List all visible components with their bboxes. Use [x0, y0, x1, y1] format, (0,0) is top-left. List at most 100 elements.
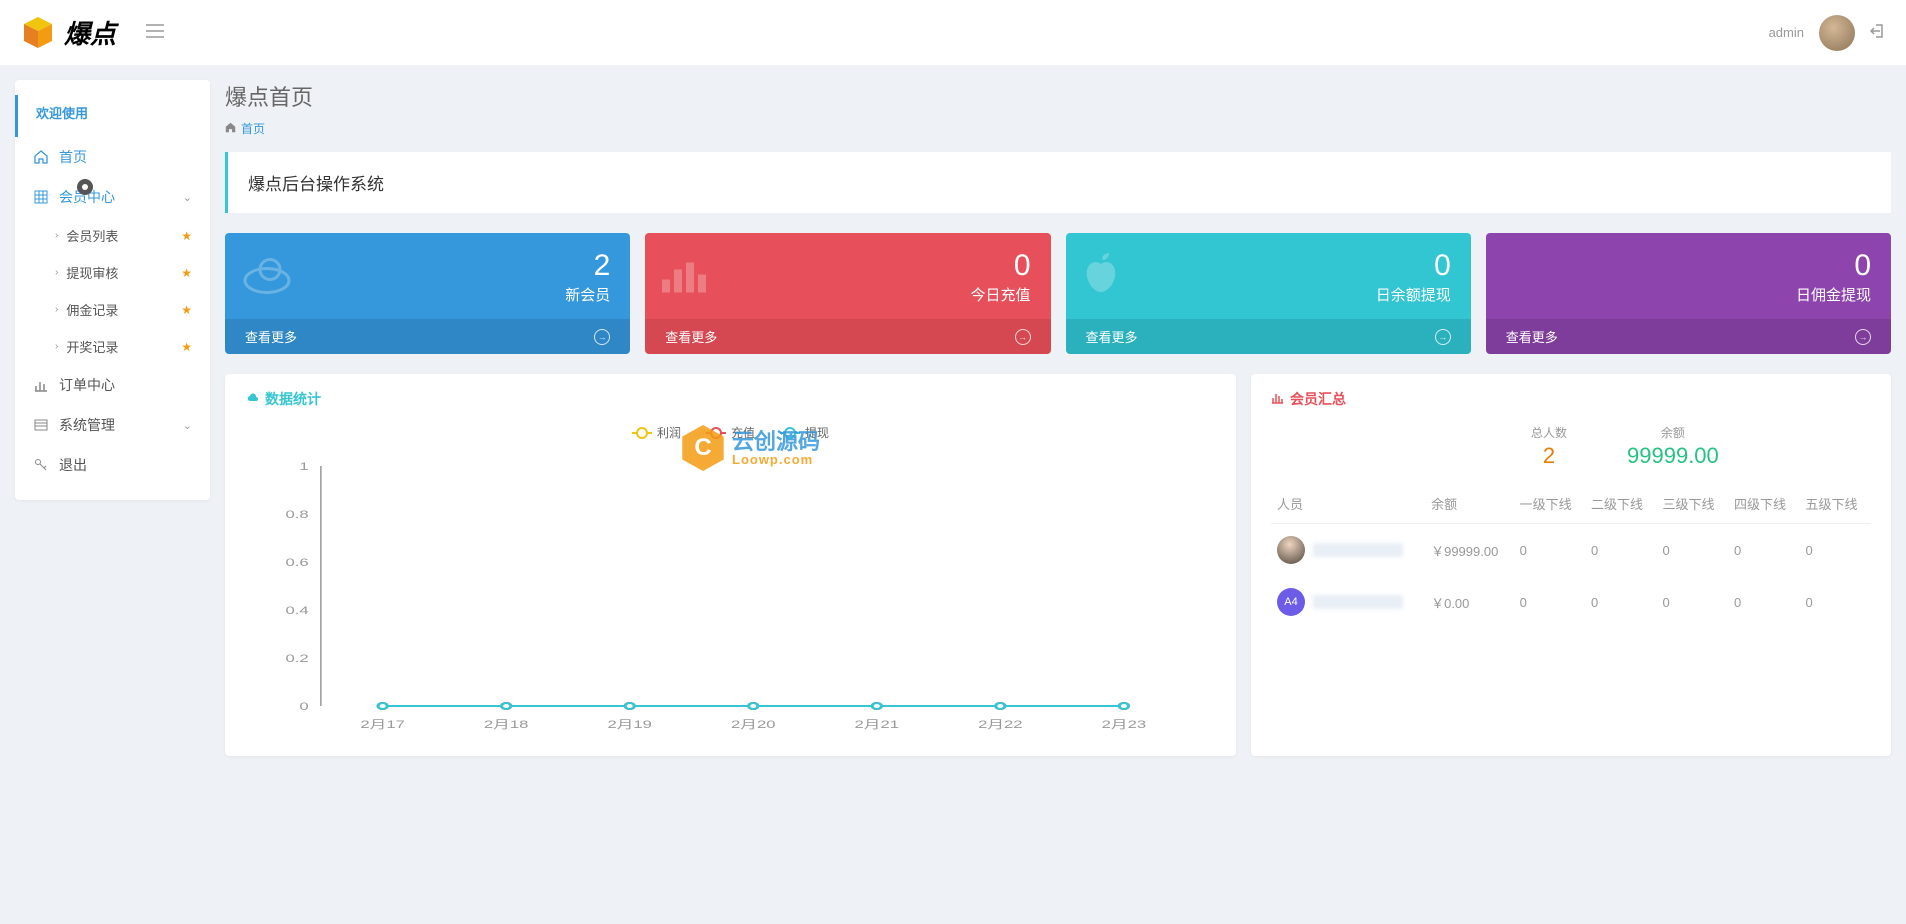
table-row: ￥99999.00 0 0 0 0 0 — [1271, 524, 1871, 577]
chart-legend: 利润 充值 提现 — [245, 424, 1216, 441]
svg-text:2月23: 2月23 — [1102, 718, 1147, 730]
svg-text:0.4: 0.4 — [286, 604, 309, 616]
logout-icon[interactable] — [1870, 23, 1886, 42]
stat-value: 2 — [594, 251, 611, 281]
stat-new-members: 2 新会员 查看更多 → — [225, 233, 630, 354]
chevron-down-icon: ⌄ — [183, 419, 192, 432]
stat-label: 新会员 — [565, 284, 610, 305]
svg-text:0.2: 0.2 — [286, 652, 309, 664]
summary-head: 总人数 2 余额 99999.00 — [1271, 424, 1871, 484]
star-icon: ★ — [181, 303, 192, 317]
svg-text:2月19: 2月19 — [607, 718, 652, 730]
username-label[interactable]: admin — [1769, 25, 1804, 40]
cube-icon — [20, 15, 56, 51]
home-icon — [33, 150, 49, 164]
nav-member-list[interactable]: › 会员列表 ★ — [15, 217, 210, 254]
stat-value: 0 — [1434, 251, 1451, 281]
stat-value: 0 — [1854, 251, 1871, 281]
nav-logout[interactable]: 退出 — [15, 445, 210, 485]
grid-icon — [33, 190, 49, 204]
nav-commission-log[interactable]: › 佣金记录 ★ — [15, 291, 210, 328]
member-avatar: A4 — [1277, 588, 1305, 616]
page-header: 爆点首页 首页 — [225, 80, 1891, 137]
summary-balance: 余额 99999.00 — [1627, 424, 1719, 469]
arrow-right-icon: → — [594, 329, 610, 345]
list-icon — [33, 418, 49, 432]
nav-withdraw-audit-label: 提现审核 — [66, 263, 118, 282]
system-banner: 爆点后台操作系统 — [225, 152, 1891, 213]
svg-text:0: 0 — [299, 700, 308, 712]
nav-member-list-label: 会员列表 — [66, 226, 118, 245]
breadcrumb-home[interactable]: 首页 — [241, 120, 265, 137]
nav-system-mgmt[interactable]: 系统管理 ⌄ — [15, 405, 210, 445]
top-header: 爆点 admin — [0, 0, 1906, 65]
legend-withdraw[interactable]: 提现 — [780, 424, 829, 441]
page-title: 爆点首页 — [225, 80, 1891, 112]
notify-badge-icon — [77, 179, 93, 195]
stat-more-link[interactable]: 查看更多 → — [225, 319, 630, 354]
brand-name: 爆点 — [64, 14, 116, 51]
arrow-right-icon: → — [1855, 329, 1871, 345]
nav-lottery-log[interactable]: › 开奖记录 ★ — [15, 328, 210, 365]
nav-withdraw-audit[interactable]: › 提现审核 ★ — [15, 254, 210, 291]
header-left: 爆点 — [20, 14, 164, 51]
stat-more-link[interactable]: 查看更多 → — [645, 319, 1050, 354]
arrow-right-icon: → — [1015, 329, 1031, 345]
nav-home[interactable]: 首页 — [15, 137, 210, 177]
svg-text:2月22: 2月22 — [978, 718, 1023, 730]
cloud-icon — [240, 255, 295, 298]
legend-profit[interactable]: 利润 — [632, 424, 681, 441]
arrow-right-icon: → — [1435, 329, 1451, 345]
member-name-blur — [1313, 543, 1403, 557]
chart-area: 00.20.40.60.812月172月182月192月202月212月222月… — [245, 456, 1216, 736]
bars-icon — [660, 255, 710, 298]
svg-text:2月20: 2月20 — [731, 718, 776, 730]
svg-text:0.8: 0.8 — [286, 508, 309, 520]
stat-more-link[interactable]: 查看更多 → — [1486, 319, 1891, 354]
main-content: 爆点首页 首页 爆点后台操作系统 2 新会员 查看更多 — [225, 80, 1891, 756]
chevron-right-icon: › — [55, 304, 58, 315]
bar-chart-icon — [1271, 391, 1284, 407]
table-head-row: 人员 余额 一级下线 二级下线 三级下线 四级下线 五级下线 — [1271, 484, 1871, 524]
svg-text:0.6: 0.6 — [286, 556, 309, 568]
svg-text:2月18: 2月18 — [484, 718, 529, 730]
brand-logo[interactable]: 爆点 — [20, 14, 116, 51]
stat-label: 日佣金提现 — [1796, 284, 1871, 305]
header-right: admin — [1769, 15, 1886, 51]
chart-panel: 数据统计 利润 充值 提现 00.20.40.60.812月172月182月19… — [225, 374, 1236, 756]
chart-panel-title: 数据统计 — [245, 389, 1216, 409]
stat-value: 0 — [1014, 251, 1031, 281]
panels-row: 数据统计 利润 充值 提现 00.20.40.60.812月172月182月19… — [225, 374, 1891, 756]
member-avatar — [1277, 536, 1305, 564]
nav-home-label: 首页 — [59, 147, 87, 167]
bar-chart-icon — [33, 378, 49, 392]
stat-today-recharge: 0 今日充值 查看更多 → — [645, 233, 1050, 354]
stats-row: 2 新会员 查看更多 → 0 今日充值 查看更多 → — [225, 233, 1891, 354]
star-icon: ★ — [181, 340, 192, 354]
table-row: A4 ￥0.00 0 0 0 0 0 — [1271, 576, 1871, 628]
nav-order-center-label: 订单中心 — [59, 375, 115, 395]
chevron-down-icon: ⌄ — [183, 191, 192, 204]
nav-lottery-log-label: 开奖记录 — [66, 337, 118, 356]
stat-more-link[interactable]: 查看更多 → — [1066, 319, 1471, 354]
nav-system-mgmt-label: 系统管理 — [59, 415, 115, 435]
star-icon: ★ — [181, 266, 192, 280]
stat-commission-withdraw: 0 日佣金提现 查看更多 → — [1486, 233, 1891, 354]
star-icon: ★ — [181, 229, 192, 243]
nav-order-center[interactable]: 订单中心 — [15, 365, 210, 405]
nav-member-center[interactable]: 会员中心 ⌄ — [15, 177, 210, 217]
menu-toggle-icon[interactable] — [146, 24, 164, 41]
stat-label: 日余额提现 — [1376, 284, 1451, 305]
nav-commission-log-label: 佣金记录 — [66, 300, 118, 319]
chevron-right-icon: › — [55, 230, 58, 241]
user-avatar[interactable] — [1819, 15, 1855, 51]
summary-panel: 会员汇总 总人数 2 余额 99999.00 人员 — [1251, 374, 1891, 756]
member-table: 人员 余额 一级下线 二级下线 三级下线 四级下线 五级下线 ￥99999.0 — [1271, 484, 1871, 628]
apple-icon — [1081, 252, 1121, 300]
legend-recharge[interactable]: 充值 — [706, 424, 755, 441]
svg-text:2月17: 2月17 — [360, 718, 405, 730]
welcome-label: 欢迎使用 — [15, 95, 210, 137]
svg-text:2月21: 2月21 — [855, 718, 900, 730]
summary-total: 总人数 2 — [1531, 424, 1567, 469]
stat-balance-withdraw: 0 日余额提现 查看更多 → — [1066, 233, 1471, 354]
